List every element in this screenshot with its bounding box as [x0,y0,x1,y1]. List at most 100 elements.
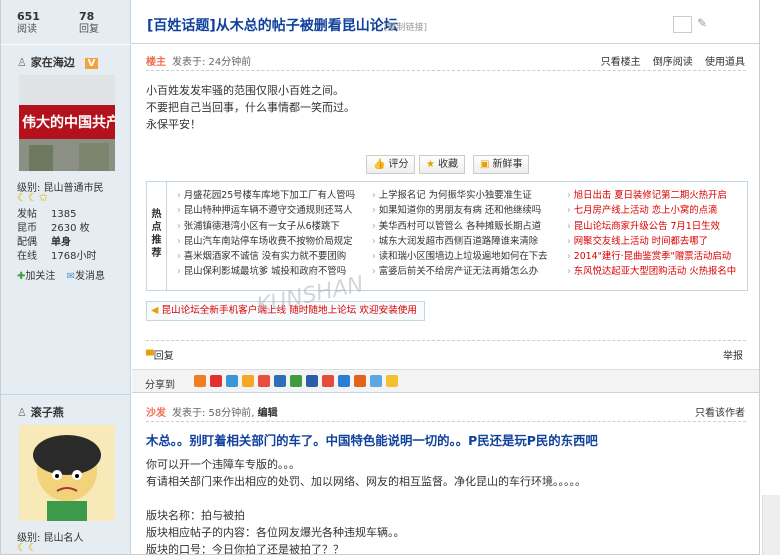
copy-link[interactable]: [复制链接] [384,20,427,33]
post1-avatar[interactable]: 伟大的中国共产党 [19,75,115,171]
field-key: 配偶 [17,237,37,248]
share-weibo-icon[interactable] [210,375,222,387]
content-line: 版块名称：拍与被拍 [146,509,245,522]
post1-author[interactable]: ♙ 家在海边 V [17,54,99,70]
post1-author-name[interactable]: 家在海边 [31,56,75,69]
reply-icon: ▀ [146,351,154,362]
share-renren-icon[interactable] [274,375,286,387]
avatar-image [19,425,115,521]
post2-title: 木总。。别盯着相关部门的车了。中国特色能说明一切的。。P民还是玩P民的东西吧 [146,433,598,448]
field-value: 1768小时 [51,251,97,262]
hot-link[interactable]: 昆山特种押运车辆不遵守交通规则还骂人 [177,203,367,218]
hot-link[interactable]: 如果知道你的男朋友有病 还和他继续吗 [372,203,562,218]
views-stat: 651 阅读 [17,10,40,36]
hot-link[interactable]: 旭日出击 夏日装修记第二期火热开启 [567,188,745,203]
hot-link[interactable]: 城东大润发超市西侧百道路障谁来清除 [372,234,562,249]
only-op-link[interactable]: 只看楼主 [601,57,641,68]
replies-count: 78 [79,10,95,23]
divider [146,421,746,422]
content-line: 永保平安！ [146,118,201,131]
star-icon: ★ [426,159,435,170]
hot-label: 热点推荐 [147,182,167,290]
share-sohu-icon[interactable] [322,375,334,387]
field-row: 在线 1768小时 [17,250,96,264]
reply-button[interactable]: ▀回复 [146,347,174,362]
content-line: 有请相关部门来作出相应的处罚、加以网络、网友的相互监督。净化昆山的车行环境。。。… [146,475,586,488]
share-qq-icon[interactable] [226,375,238,387]
post2-author[interactable]: ♙ 滚子燕 [17,404,64,420]
floor-label: 楼主 [146,57,166,68]
views-count: 651 [17,10,40,23]
avatar-image: 伟大的中国共产党 [19,75,115,171]
news-button[interactable]: ▣ 新鲜事 [473,155,530,174]
replies-label: 回复 [79,24,99,35]
print-checkbox[interactable] [673,16,692,33]
post2-links: 只看该作者 [686,404,745,419]
hot-link[interactable]: 月盛花园25号楼车库地下加工厂有人管吗 [177,188,367,203]
field-key: 昆币 [17,223,37,234]
favorite-label: 收藏 [437,159,458,170]
post1-meta: 楼主 发表于: 24分钟前 [146,53,251,68]
field-value: 2630 枚 [51,223,90,234]
rate-label: 评分 [388,159,409,170]
thread-title[interactable]: [百姓话题]从木总的帖子被删看昆山论坛 [147,15,398,35]
floor-label: 沙发 [146,408,166,419]
follow-button[interactable]: 加关注 [25,271,55,282]
field-value: 单身 [51,237,71,248]
hot-link[interactable]: 东风悦达起亚大型团购活动 火热报名中 [567,264,745,279]
hot-link[interactable]: 昆山汽车南站停车场收费不按物价局规定 [177,234,367,249]
mail-icon: ✉ [66,271,75,282]
only-author-link[interactable]: 只看该作者 [695,408,745,419]
hot-column-2: 上学报名记 为何振华实小独要准生证 如果知道你的男朋友有病 还和他继续吗 美华西… [372,188,562,280]
hot-link[interactable]: 张浦镇德港湾小区有一女子从6楼跳下 [177,219,367,234]
news-label: 新鲜事 [492,159,523,170]
post2-content: 你可以开一个违障车专版的。。。 有请相关部门来作出相应的处罚、加以网络、网友的相… [146,456,586,554]
post2-avatar[interactable] [19,425,115,521]
share-douban-icon[interactable] [242,375,254,387]
share-twitter-icon[interactable] [370,375,382,387]
use-item-link[interactable]: 使用道具 [705,57,745,68]
promo-text[interactable]: 昆山论坛全新手机客户端上线 随时随地上论坛 欢迎安装使用 [161,305,417,316]
hot-link[interactable]: 昆山论坛商家升级公告 7月1日生效 [567,219,745,234]
hot-link[interactable]: 网聚交友线上活动 时间都去哪了 [567,234,745,249]
post2-stars: ☾☾ [17,541,39,554]
views-label: 阅读 [17,24,37,35]
hot-link[interactable]: 2014"建行·昆曲鉴赏季"赠票活动启动 [567,249,745,264]
mobile-app-promo[interactable]: ◀ 昆山论坛全新手机客户端上线 随时随地上论坛 欢迎安装使用 [146,301,425,321]
share-kaixin-icon[interactable] [258,375,270,387]
reverse-order-link[interactable]: 倒序阅读 [653,57,693,68]
share-baidu-icon[interactable] [290,375,302,387]
user-icon: ♙ [17,406,27,419]
hot-column-1: 月盛花园25号楼车库地下加工厂有人管吗 昆山特种押运车辆不遵守交通规则还骂人 张… [177,188,367,280]
edit-link[interactable]: 编辑 [258,408,278,419]
post1-links: 只看楼主 倒序阅读 使用道具 [592,53,745,68]
hot-link[interactable]: 上学报名记 为何振华实小独要准生证 [372,188,562,203]
share-more-icon[interactable] [386,375,398,387]
field-row: 配偶 单身 [17,236,96,250]
wrench-icon[interactable]: ✎ [697,16,707,30]
hot-link[interactable]: 美华西村可以管管么 各种摊贩长期占道 [372,219,562,234]
post-time: 发表于: 58分钟前 [172,408,252,419]
content-line [146,490,586,507]
hot-link[interactable]: 七月房产线上活动 恋上小窝的点滴 [567,203,745,218]
favorite-button[interactable]: ★ 收藏 [419,155,465,174]
post2-author-panel: ♙ 滚子燕 级别: 昆山名人 ☾☾ [1,394,131,554]
hot-link[interactable]: 昆山保利影城最坑爹 城投和政府不管吗 [177,264,367,279]
share-xianguo-icon[interactable] [354,375,366,387]
post1-actions: ✚加关注 ✉发消息 [17,267,105,282]
share-tencent-icon[interactable] [306,375,318,387]
post1-fields: 发帖 1385 昆币 2630 枚 配偶 单身 在线 1768小时 [17,208,96,264]
rate-button[interactable]: 👍 评分 [366,155,416,174]
post1-author-panel: ♙ 家在海边 V 伟大的中国共产党 级别: 昆山普通市民 ☾☾✩ 发帖1385 … [1,45,131,397]
share-netease-icon[interactable] [338,375,350,387]
share-qzone-icon[interactable] [194,375,206,387]
hot-link[interactable]: 喜米烟酒家不诚信 没有实力就不要团购 [177,249,367,264]
hot-column-3: 旭日出击 夏日装修记第二期火热开启 七月房产线上活动 恋上小窝的点滴 昆山论坛商… [567,188,745,280]
hot-link[interactable]: 读和瑞小区围墙边上垃圾遍地如何在下去 [372,249,562,264]
hot-link[interactable]: 富婆后前关不给房产证无法再婚怎么办 [372,264,562,279]
forum-thread-page: 651 阅读 78 回复 [百姓话题]从木总的帖子被删看昆山论坛 [复制链接] … [0,0,760,555]
post2-author-name[interactable]: 滚子燕 [31,406,64,419]
floating-side-tool[interactable] [762,495,780,555]
report-button[interactable]: 举报 [723,347,743,362]
message-button[interactable]: 发消息 [75,271,105,282]
